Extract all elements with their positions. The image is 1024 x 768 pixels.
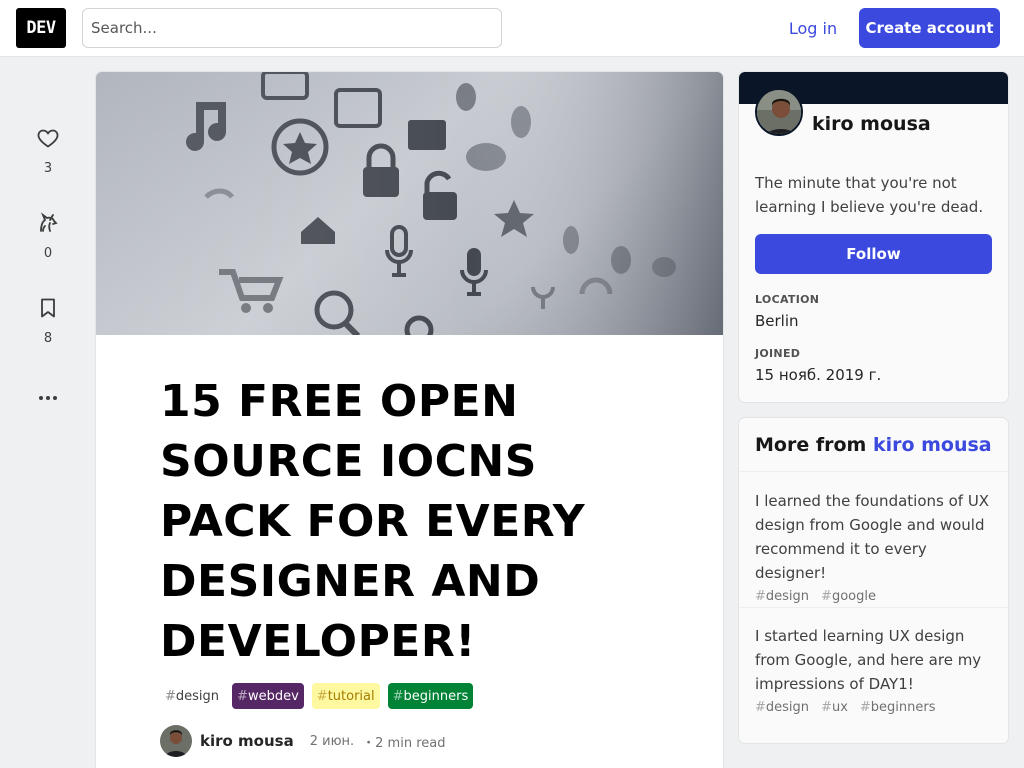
more-item-tags: #design #ux #beginners — [755, 700, 992, 715]
tag-tutorial[interactable]: # tutorial — [311, 683, 380, 709]
tag-webdev[interactable]: # webdev — [232, 683, 304, 709]
item-tag[interactable]: #beginners — [860, 700, 936, 715]
item-tag[interactable]: #google — [821, 589, 876, 604]
more-item-title: I started learning UX design from Google… — [755, 627, 982, 693]
more-from-item[interactable]: I learned the foundations of UX design f… — [739, 473, 1008, 608]
article-title: 15 FREE OPEN SOURCE IOCNS PACK FOR EVERY… — [160, 376, 586, 667]
more-from-author-card: More from kiro mousa I learned the found… — [739, 418, 1008, 743]
author-profile-card: kiro mousa The minute that you're not le… — [739, 72, 1008, 402]
joined-label: JOINED — [755, 347, 801, 360]
unicorn-count: 0 — [43, 246, 53, 261]
author-avatar[interactable] — [160, 725, 192, 757]
heart-reaction-button[interactable]: 3 — [16, 126, 80, 176]
heart-count: 3 — [43, 161, 53, 176]
profile-name-link[interactable]: kiro mousa — [812, 113, 931, 135]
search-input[interactable] — [82, 8, 502, 48]
item-tag[interactable]: #design — [755, 700, 809, 715]
cover-image — [96, 72, 723, 335]
joined-value: 15 нояб. 2019 г. — [755, 366, 882, 384]
create-account-button[interactable]: Create account — [859, 8, 1000, 48]
more-item-title: I learned the foundations of UX design f… — [755, 492, 990, 582]
tag-beginners[interactable]: # beginners — [387, 683, 474, 709]
follow-button[interactable]: Follow — [755, 234, 992, 274]
icons-illustration — [96, 72, 723, 335]
more-from-author-link[interactable]: kiro mousa — [873, 434, 992, 456]
more-from-heading: More from kiro mousa — [739, 418, 1008, 472]
unicorn-icon — [40, 212, 58, 232]
more-from-item[interactable]: I started learning UX design from Google… — [739, 608, 1008, 743]
publish-date: 2 июн. — [309, 733, 355, 749]
item-tag[interactable]: #ux — [821, 700, 848, 715]
login-link[interactable]: Log in — [776, 8, 850, 48]
more-item-tags: #design #google — [755, 589, 992, 604]
article-tags: # design # webdev # tutorial # beginners — [160, 683, 474, 709]
article-card: 15 FREE OPEN SOURCE IOCNS PACK FOR EVERY… — [96, 72, 723, 768]
read-time: ・2 min read — [362, 735, 446, 751]
location-value: Berlin — [755, 312, 799, 330]
dev-logo[interactable]: DEV — [16, 8, 66, 48]
author-name-link[interactable]: kiro mousa — [200, 732, 294, 750]
location-label: LOCATION — [755, 293, 820, 306]
bookmark-icon — [41, 298, 55, 318]
top-navigation-bar: DEV Log in Create account — [0, 0, 1024, 57]
more-options-button[interactable] — [16, 386, 80, 410]
more-horizontal-icon — [39, 396, 57, 400]
article-author-row: kiro mousa 2 июн. ・2 min read — [160, 725, 445, 757]
profile-bio: The minute that you're not learning I be… — [755, 174, 984, 216]
profile-avatar[interactable] — [755, 88, 803, 136]
bookmark-count: 8 — [43, 331, 53, 346]
tag-design[interactable]: # design — [160, 683, 225, 709]
item-tag[interactable]: #design — [755, 589, 809, 604]
heart-icon — [37, 129, 59, 148]
bookmark-reaction-button[interactable]: 8 — [16, 296, 80, 346]
unicorn-reaction-button[interactable]: 0 — [16, 211, 80, 261]
